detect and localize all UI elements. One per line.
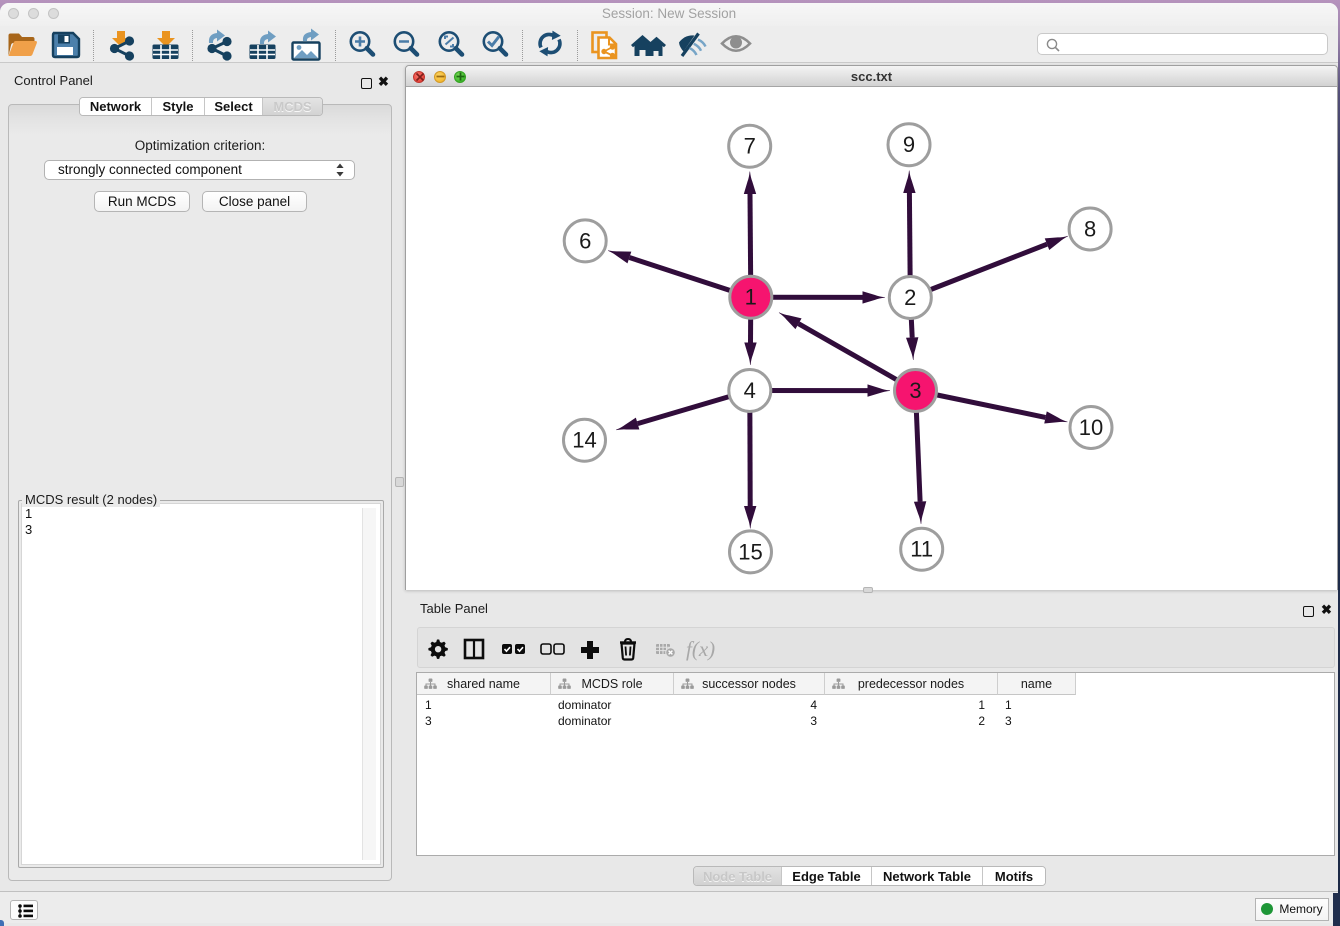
svg-text:14: 14 bbox=[572, 428, 596, 453]
svg-text:7: 7 bbox=[744, 134, 756, 159]
svg-text:15: 15 bbox=[738, 539, 762, 564]
svg-text:f(x): f(x) bbox=[686, 637, 715, 661]
svg-text:8: 8 bbox=[1084, 217, 1096, 242]
svg-text:2: 2 bbox=[904, 285, 916, 310]
svg-text:10: 10 bbox=[1079, 415, 1103, 440]
svg-text:3: 3 bbox=[909, 378, 921, 403]
svg-text:6: 6 bbox=[579, 228, 591, 253]
svg-text:11: 11 bbox=[910, 537, 933, 562]
svg-text:9: 9 bbox=[903, 132, 915, 157]
svg-text:4: 4 bbox=[744, 378, 756, 403]
svg-text:1: 1 bbox=[745, 285, 757, 310]
